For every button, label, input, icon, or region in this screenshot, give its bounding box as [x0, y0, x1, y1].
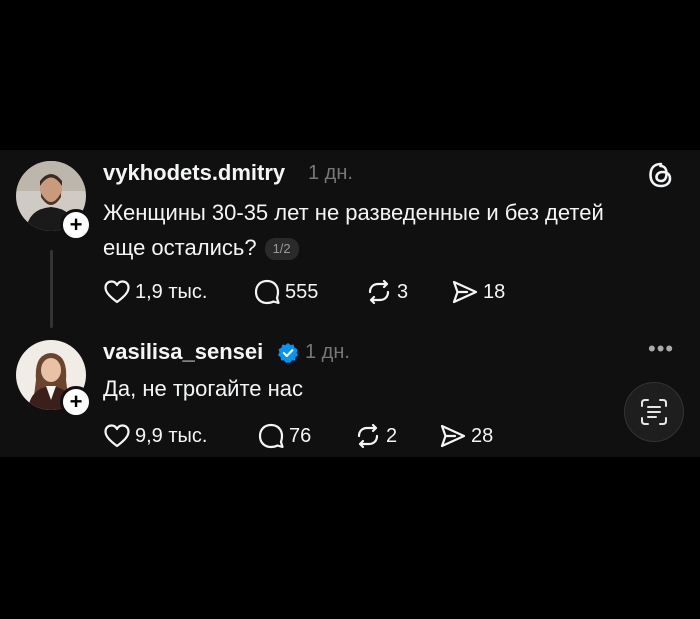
timestamp: 1 дн.	[308, 162, 353, 184]
threads-logo-icon[interactable]	[647, 161, 675, 189]
reply-count: 555	[285, 280, 319, 303]
timestamp: 1 дн.	[305, 341, 350, 363]
share-count: 28	[471, 424, 494, 447]
repost-button[interactable]: 2	[354, 421, 397, 451]
post-text-line: Да, не трогайте нас	[103, 376, 304, 401]
like-button[interactable]: 1,9 тыс.	[103, 277, 207, 307]
heart-icon	[104, 424, 130, 448]
repost-icon	[357, 423, 379, 449]
like-button[interactable]: 9,9 тыс.	[103, 421, 207, 451]
follow-button[interactable]: +	[60, 386, 92, 418]
like-count: 1,9 тыс.	[135, 280, 208, 303]
send-icon	[452, 280, 478, 304]
follow-button[interactable]: +	[60, 209, 92, 241]
send-icon	[440, 424, 466, 448]
post-text-line-2: еще остались?	[103, 235, 257, 260]
share-count: 18	[483, 280, 506, 303]
reply-count: 76	[289, 424, 312, 447]
reply-button[interactable]: 555	[253, 277, 318, 307]
more-icon[interactable]: •••	[648, 338, 674, 360]
share-button[interactable]: 18	[451, 277, 505, 307]
thread-line	[50, 250, 53, 328]
repost-icon	[368, 279, 390, 305]
username[interactable]: vasilisa_sensei	[103, 339, 263, 365]
text-scan-button[interactable]	[624, 382, 684, 442]
repost-count: 2	[386, 424, 398, 447]
share-button[interactable]: 28	[439, 421, 493, 451]
post-text-line: Женщины 30-35 лет не разведенные и без д…	[103, 200, 604, 225]
verified-badge-icon	[278, 343, 298, 363]
action-bar: 9,9 тыс. 76 2 28	[103, 421, 553, 451]
text-scan-icon	[641, 399, 667, 425]
reply-button[interactable]: 76	[257, 421, 311, 451]
repost-button[interactable]: 3	[365, 277, 408, 307]
repost-count: 3	[397, 280, 409, 303]
like-count: 9,9 тыс.	[135, 424, 208, 447]
username[interactable]: vykhodets.dmitry	[103, 160, 285, 186]
post-text: Да, не трогайте нас	[103, 371, 603, 406]
comment-icon	[254, 279, 280, 305]
comment-icon	[258, 423, 284, 449]
post-text-line: еще остались? 1/2	[103, 230, 683, 265]
action-bar: 1,9 тыс. 555 3 18	[103, 277, 553, 307]
heart-icon	[104, 280, 130, 304]
post-text: Женщины 30-35 лет не разведенные и без д…	[103, 195, 683, 265]
page-indicator[interactable]: 1/2	[264, 238, 299, 261]
